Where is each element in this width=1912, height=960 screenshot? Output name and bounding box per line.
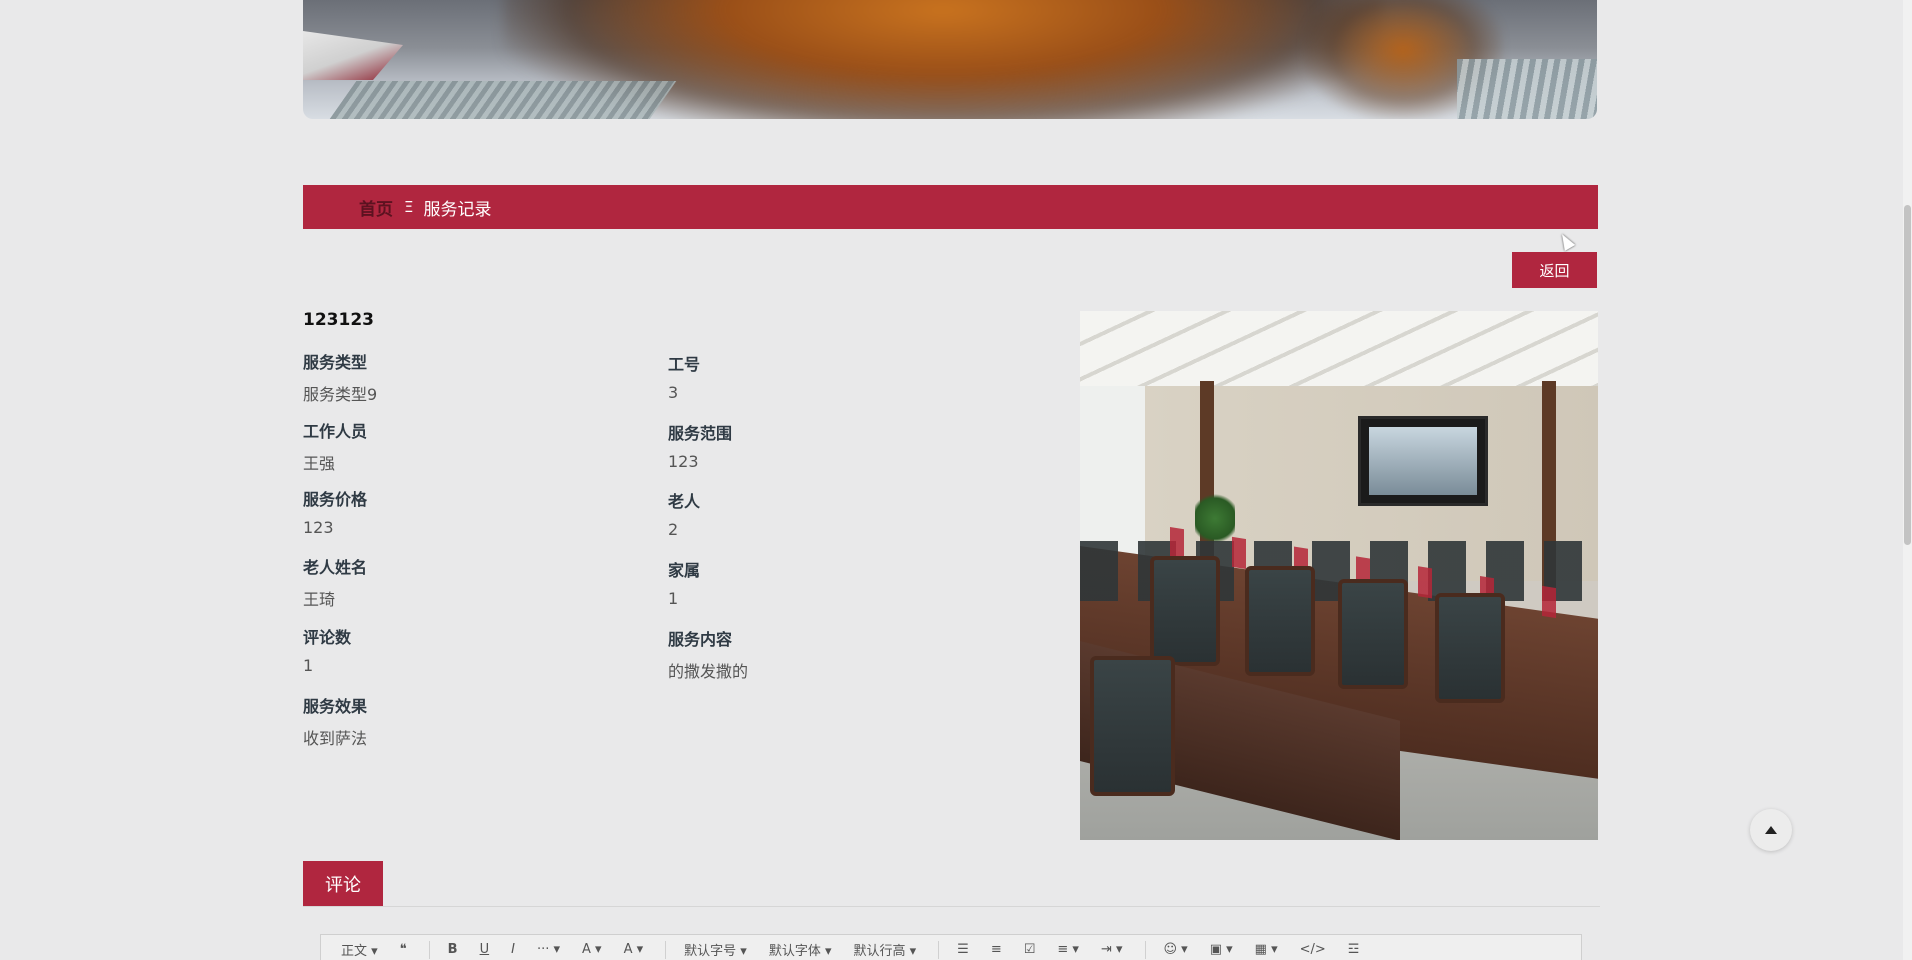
field-service-scope: 服务范围 123 xyxy=(668,420,988,471)
field-label: 服务价格 xyxy=(303,490,368,509)
field-price: 服务价格 123 xyxy=(303,486,623,537)
align-dropdown[interactable]: ≡ ▾ xyxy=(1057,942,1079,957)
scrollbar-thumb[interactable] xyxy=(1904,205,1911,545)
scroll-to-top-button[interactable] xyxy=(1750,809,1792,851)
field-label: 工作人员 xyxy=(303,422,368,441)
code-icon[interactable]: </> xyxy=(1300,942,1326,957)
line-height-dropdown[interactable]: 默认行高 ▾ xyxy=(853,940,916,959)
divider xyxy=(1144,940,1146,959)
page-scrollbar[interactable] xyxy=(1903,0,1912,960)
field-employee-id: 工号 3 xyxy=(668,351,988,402)
field-label: 老人 xyxy=(668,492,701,511)
underline-icon[interactable]: U xyxy=(480,942,490,957)
field-value: 王强 xyxy=(303,454,336,473)
field-label: 老人姓名 xyxy=(303,558,368,577)
divider xyxy=(665,940,667,959)
field-elder-name: 老人姓名 王琦 xyxy=(303,554,623,610)
divider-line-icon[interactable]: ☲ xyxy=(1348,942,1360,957)
table-dropdown[interactable]: ▦ ▾ xyxy=(1255,942,1278,957)
field-label: 服务类型 xyxy=(303,353,368,372)
field-label: 家属 xyxy=(668,561,701,580)
field-value: 1 xyxy=(303,656,314,675)
breadcrumb-home-link[interactable]: 首页 xyxy=(359,195,393,220)
quote-icon[interactable]: ❝ xyxy=(400,942,407,957)
field-elder: 老人 2 xyxy=(668,488,988,539)
more-styles-dropdown[interactable]: ··· ▾ xyxy=(537,942,560,957)
field-value: 王琦 xyxy=(303,590,336,609)
field-label: 工号 xyxy=(668,355,701,374)
mouse-cursor-icon xyxy=(1556,231,1576,251)
field-label: 服务范围 xyxy=(668,424,733,443)
indent-dropdown[interactable]: ⇥ ▾ xyxy=(1101,942,1123,957)
divider xyxy=(428,940,430,959)
field-service-type: 服务类型 服务类型9 xyxy=(303,349,623,405)
field-value: 服务类型9 xyxy=(303,385,378,404)
italic-icon[interactable]: I xyxy=(511,942,515,957)
field-value: 收到萨法 xyxy=(303,729,368,748)
field-staff: 工作人员 王强 xyxy=(303,418,623,474)
rich-text-editor-toolbar: 正文 ▾ ❝ B U I ··· ▾ A ▾ A ▾ 默认字号 ▾ 默认字体 ▾… xyxy=(320,934,1582,960)
todo-icon[interactable]: ☑ xyxy=(1024,942,1036,957)
numbered-list-icon[interactable]: ≡ xyxy=(991,942,1002,957)
field-value: 2 xyxy=(668,520,679,539)
divider xyxy=(938,940,940,959)
divider xyxy=(303,906,1600,907)
bold-icon[interactable]: B xyxy=(448,942,458,957)
image-dropdown[interactable]: ▣ ▾ xyxy=(1210,942,1233,957)
banner-image xyxy=(303,0,1597,119)
bullet-list-icon[interactable]: ☰ xyxy=(957,942,969,957)
back-button[interactable]: 返回 xyxy=(1512,252,1597,288)
breadcrumb: 首页 Ξ 服务记录 xyxy=(303,185,1598,229)
field-value: 1 xyxy=(668,589,679,608)
record-title: 123123 xyxy=(303,310,374,330)
breadcrumb-current: 服务记录 xyxy=(423,199,492,220)
field-value: 123 xyxy=(303,518,334,537)
font-color-dropdown[interactable]: A ▾ xyxy=(582,942,602,957)
tab-comments[interactable]: 评论 xyxy=(303,861,383,906)
field-label: 评论数 xyxy=(303,628,352,647)
font-family-dropdown[interactable]: 默认字体 ▾ xyxy=(769,940,832,959)
font-size-dropdown[interactable]: 默认字号 ▾ xyxy=(684,940,747,959)
arrow-up-icon xyxy=(1765,826,1777,834)
menu-icon: Ξ xyxy=(404,198,414,216)
paragraph-style-dropdown[interactable]: 正文 ▾ xyxy=(341,940,378,959)
field-value: 3 xyxy=(668,383,679,402)
field-service-effect: 服务效果 收到萨法 xyxy=(303,693,623,749)
background-color-dropdown[interactable]: A ▾ xyxy=(624,942,644,957)
field-label: 服务效果 xyxy=(303,697,368,716)
field-value: 的撒发撒的 xyxy=(668,662,749,681)
record-photo xyxy=(1080,311,1598,840)
field-family: 家属 1 xyxy=(668,557,988,608)
field-value: 123 xyxy=(668,452,699,471)
field-comment-count: 评论数 1 xyxy=(303,624,623,675)
emoji-dropdown[interactable]: ☺ ▾ xyxy=(1164,942,1188,957)
field-service-content: 服务内容 的撒发撒的 xyxy=(668,626,988,682)
field-label: 服务内容 xyxy=(668,630,733,649)
